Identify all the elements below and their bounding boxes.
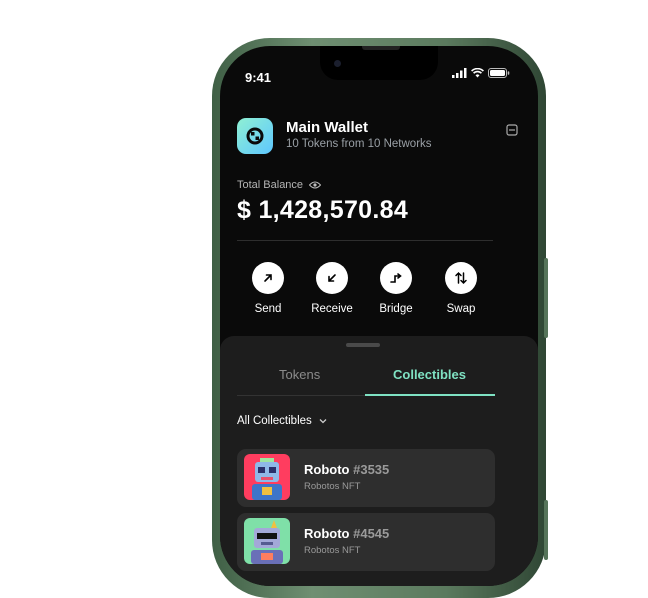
- robot-avatar-icon: [252, 458, 282, 500]
- nft-name: Roboto: [304, 526, 350, 541]
- balance-value: $ 1,428,570.84: [237, 196, 409, 224]
- swap-button[interactable]: Swap: [431, 262, 491, 315]
- wallet-logo-icon: [246, 127, 264, 145]
- receive-icon-circle[interactable]: [316, 262, 348, 294]
- balance-label: Total Balance: [237, 179, 304, 191]
- speaker: [362, 46, 400, 50]
- sheet-handle[interactable]: [346, 343, 380, 347]
- tab-collectibles[interactable]: Collectibles: [393, 367, 466, 382]
- nft-thumbnail: [244, 454, 290, 500]
- bridge-icon-circle[interactable]: [380, 262, 412, 294]
- swap-label: Swap: [446, 303, 476, 315]
- nft-thumbnail: [244, 518, 290, 564]
- send-label: Send: [254, 303, 282, 315]
- nft-collection: Robotos NFT: [304, 481, 361, 492]
- camera: [334, 60, 341, 67]
- bridge-icon: [390, 273, 402, 283]
- nft-card[interactable]: Roboto #3535 Robotos NFT: [237, 449, 495, 507]
- arrow-down-left-icon: [328, 274, 336, 282]
- chevron-down-icon: [319, 419, 327, 424]
- wallet-name[interactable]: Main Wallet: [286, 119, 368, 136]
- bridge-label: Bridge: [379, 303, 413, 315]
- phone-side-button-lower: [544, 500, 548, 560]
- robot-avatar-icon: [251, 520, 283, 564]
- phone-screen: 9:41 Main Wallet 10 Tokens from 10 Netwo…: [220, 46, 538, 586]
- status-icons: [452, 68, 510, 78]
- tab-active-indicator: [365, 394, 495, 396]
- bridge-button[interactable]: Bridge: [366, 262, 426, 315]
- nft-card[interactable]: Roboto #4545 Robotos NFT: [237, 513, 495, 571]
- phone-side-button: [544, 258, 548, 338]
- nft-number: #4545: [353, 526, 390, 541]
- signal-icon: [452, 68, 467, 78]
- wallet-logo: [237, 118, 273, 154]
- send-icon-circle[interactable]: [252, 262, 284, 294]
- nft-name: Roboto: [304, 462, 350, 477]
- receive-button[interactable]: Receive: [302, 262, 362, 315]
- nft-title: Roboto #3535: [304, 462, 389, 477]
- receive-label: Receive: [311, 303, 353, 315]
- swap-icon: [455, 271, 467, 285]
- eye-icon[interactable]: [309, 181, 322, 189]
- wifi-icon: [471, 68, 484, 78]
- swap-icon-circle[interactable]: [445, 262, 477, 294]
- assets-sheet: Tokens Collectibles All Collectibles Rob…: [220, 336, 538, 586]
- nft-collection: Robotos NFT: [304, 545, 361, 556]
- arrow-up-right-icon: [264, 274, 272, 282]
- wallet-subtitle: 10 Tokens from 10 Networks: [286, 138, 432, 150]
- send-button[interactable]: Send: [238, 262, 298, 315]
- tab-tokens[interactable]: Tokens: [279, 367, 320, 382]
- notch: [320, 46, 438, 80]
- divider: [237, 240, 493, 241]
- balance-label-row: Total Balance: [237, 179, 322, 191]
- nft-title: Roboto #4545: [304, 526, 389, 541]
- filter-label: All Collectibles: [237, 415, 312, 427]
- collectibles-filter[interactable]: All Collectibles: [237, 415, 327, 427]
- battery-icon: [488, 68, 510, 78]
- wallet-menu-icon[interactable]: [506, 124, 518, 136]
- nft-number: #3535: [353, 462, 390, 477]
- status-time: 9:41: [245, 70, 272, 85]
